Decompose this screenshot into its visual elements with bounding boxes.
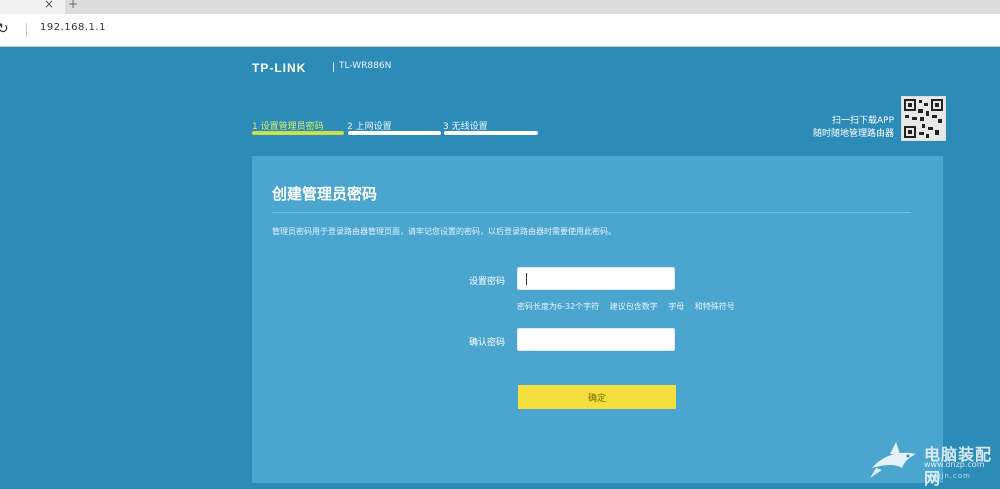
qr-caption-line1: 扫一扫下载APP xyxy=(831,116,894,126)
page-title: 创建管理员密码 xyxy=(272,185,378,203)
qr-caption: 扫一扫下载APP 随时随地管理路由器 xyxy=(813,115,894,141)
qr-caption-line2: 随时随地管理路由器 xyxy=(812,129,894,139)
confirm-password-field[interactable] xyxy=(517,328,675,351)
close-icon[interactable]: × xyxy=(44,0,54,11)
password-hint-3: 字母 xyxy=(668,302,685,311)
watermark-url: www.dnzp.com xyxy=(924,460,985,469)
shark-logo-icon xyxy=(870,442,916,478)
browser-tab[interactable]: × xyxy=(0,0,65,14)
step-1-progress xyxy=(252,131,344,135)
divider xyxy=(333,62,334,72)
confirm-password-label: 确认密码 xyxy=(468,338,505,348)
password-hint-4: 和特殊符号 xyxy=(694,302,735,311)
text-caret xyxy=(526,273,527,285)
password-hint-1: 密码长度为6-32个字符 xyxy=(517,302,600,311)
address-bar: ↻ 192.168.1.1 xyxy=(0,14,1000,47)
step-2-progress xyxy=(348,131,441,135)
confirm-button[interactable]: 确定 xyxy=(518,385,676,409)
router-model: TL-WR886N xyxy=(339,61,392,71)
watermark-url-secondary: xajjn.com xyxy=(928,472,971,480)
divider xyxy=(26,23,27,37)
reload-icon[interactable]: ↻ xyxy=(0,21,9,37)
password-field[interactable] xyxy=(517,267,675,290)
watermark: 电脑装配网 www.dnzp.com xajjn.com xyxy=(868,438,1000,488)
panel-description: 管理员密码用于登录路由器管理页面，请牢记您设置的密码，以后登录路由器时需要使用此… xyxy=(272,227,616,236)
new-tab-icon[interactable]: + xyxy=(68,0,78,11)
qr-code-image xyxy=(901,96,946,141)
password-hint-2: 建议包含数字 xyxy=(609,302,658,311)
url-field[interactable]: 192.168.1.1 xyxy=(40,22,106,33)
divider xyxy=(272,212,911,213)
admin-password-panel: 创建管理员密码 管理员密码用于登录路由器管理页面，请牢记您设置的密码，以后登录路… xyxy=(252,156,943,483)
tab-bar: × + xyxy=(0,0,1000,14)
step-3-progress xyxy=(444,131,538,135)
password-label: 设置密码 xyxy=(468,277,505,287)
tp-link-logo: TP-LINK xyxy=(252,61,307,75)
password-hints: 密码长度为6-32个字符 建议包含数字 字母 和特殊符号 xyxy=(517,301,743,312)
